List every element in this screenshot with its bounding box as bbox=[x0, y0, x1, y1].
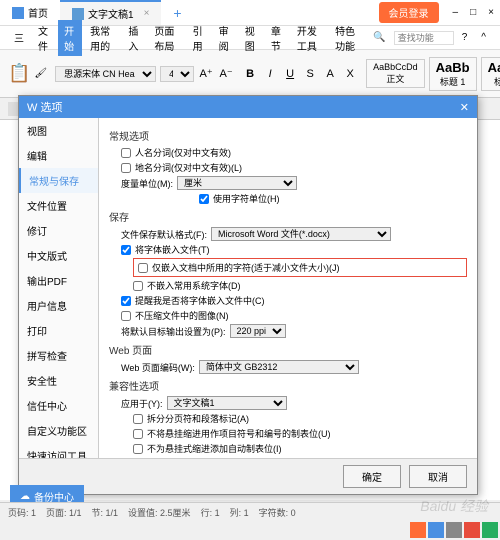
section-general: 常规选项 bbox=[109, 128, 467, 143]
nav-general-save[interactable]: 常规与保存 bbox=[19, 168, 98, 193]
window-max-icon[interactable]: □ bbox=[464, 7, 482, 18]
close-icon[interactable]: × bbox=[144, 8, 150, 19]
chk-embed-used-only[interactable] bbox=[138, 263, 148, 273]
collapse-icon[interactable]: ^ bbox=[475, 29, 492, 46]
cloud-icon: ☁ bbox=[20, 491, 30, 502]
menu-file[interactable]: 文件 bbox=[32, 20, 56, 56]
search-input[interactable] bbox=[394, 31, 454, 45]
apply-to-select[interactable]: 文字文稿1 bbox=[167, 396, 287, 410]
tray-icon-3[interactable] bbox=[446, 522, 462, 538]
chk-prompt-embed[interactable] bbox=[121, 296, 131, 306]
section-compat: 兼容性选项 bbox=[109, 378, 467, 393]
nav-output-pdf[interactable]: 输出PDF bbox=[19, 268, 98, 293]
tray-icon-4[interactable] bbox=[464, 522, 480, 538]
wps-icon bbox=[12, 7, 24, 19]
login-button[interactable]: 会员登录 bbox=[379, 2, 439, 23]
status-position: 设置值: 2.5厘米 bbox=[128, 506, 191, 519]
search-box: 🔍 ? ^ bbox=[367, 29, 492, 46]
section-web: Web 页面 bbox=[109, 342, 467, 357]
underline-button[interactable]: U bbox=[282, 66, 298, 82]
chk-name-split[interactable] bbox=[121, 148, 131, 158]
search-icon: 🔍 bbox=[367, 29, 391, 46]
chk-no-compress-img[interactable] bbox=[121, 311, 131, 321]
window-min-icon[interactable]: – bbox=[447, 7, 465, 18]
status-row: 行: 1 bbox=[201, 506, 220, 519]
menu-chapter[interactable]: 章节 bbox=[265, 20, 289, 56]
format-painter-icon[interactable]: 🖌 bbox=[34, 68, 47, 79]
font-color-button[interactable]: A bbox=[322, 66, 338, 82]
chk-char-unit[interactable] bbox=[199, 194, 209, 204]
chk-addr-split[interactable] bbox=[121, 163, 131, 173]
window-close-icon[interactable]: × bbox=[482, 7, 500, 18]
menu-bar: 三 文件 开始 我常用的 插入 页面布局 引用 审阅 视图 章节 开发工具 特色… bbox=[0, 26, 500, 50]
nav-quick-access[interactable]: 快速访问工具栏 bbox=[19, 443, 98, 458]
nav-cn-layout[interactable]: 中文版式 bbox=[19, 243, 98, 268]
status-col: 列: 1 bbox=[230, 506, 249, 519]
dialog-content: 常规选项 人名分词(仅对中文有效) 地名分词(仅对中文有效)(L) 度量单位(M… bbox=[99, 118, 477, 458]
chk-no-align-indent[interactable] bbox=[133, 429, 143, 439]
nav-print[interactable]: 打印 bbox=[19, 318, 98, 343]
nav-edit[interactable]: 编辑 bbox=[19, 143, 98, 168]
status-page-no: 页码: 1 bbox=[8, 506, 36, 519]
tray-icon-5[interactable] bbox=[482, 522, 498, 538]
style-normal[interactable]: AaBbCcDd正文 bbox=[366, 59, 425, 88]
font-name-select[interactable]: 思源宋体 CN Hea bbox=[55, 66, 156, 82]
system-tray bbox=[408, 520, 500, 540]
ribbon: 📋 🖌 思源宋体 CN Hea 48 A⁺ A⁻ B I U S A X AaB… bbox=[0, 50, 500, 98]
menu-start[interactable]: 开始 bbox=[58, 20, 82, 56]
tray-icon-1[interactable] bbox=[410, 522, 426, 538]
ok-button[interactable]: 确定 bbox=[343, 465, 401, 488]
nav-revision[interactable]: 修订 bbox=[19, 218, 98, 243]
nav-customize-ribbon[interactable]: 自定义功能区 bbox=[19, 418, 98, 443]
menu-favorites[interactable]: 我常用的 bbox=[84, 20, 120, 56]
options-dialog: W 选项 ✕ 视图 编辑 常规与保存 文件位置 修订 中文版式 输出PDF 用户… bbox=[18, 95, 478, 495]
menu-insert[interactable]: 插入 bbox=[122, 20, 146, 56]
resolution-select[interactable]: 220 ppi bbox=[230, 324, 286, 338]
font-shrink-button[interactable]: A⁻ bbox=[218, 66, 234, 82]
nav-security[interactable]: 安全性 bbox=[19, 368, 98, 393]
font-grow-button[interactable]: A⁺ bbox=[198, 66, 214, 82]
dialog-nav: 视图 编辑 常规与保存 文件位置 修订 中文版式 输出PDF 用户信息 打印 拼… bbox=[19, 118, 99, 458]
style-heading1[interactable]: AaBb标题 1 bbox=[429, 57, 477, 91]
menu-hamburger[interactable]: 三 bbox=[8, 27, 30, 48]
chk-no-common-fonts[interactable] bbox=[133, 281, 143, 291]
watermark: Baidu 经验 bbox=[420, 496, 488, 516]
style-heading2[interactable]: AaBb(标题 2 bbox=[481, 57, 500, 91]
encoding-select[interactable]: 简体中文 GB2312 bbox=[199, 360, 359, 374]
nav-file-location[interactable]: 文件位置 bbox=[19, 193, 98, 218]
nav-trust-center[interactable]: 信任中心 bbox=[19, 393, 98, 418]
menu-layout[interactable]: 页面布局 bbox=[148, 20, 184, 56]
nav-spellcheck[interactable]: 拼写检查 bbox=[19, 343, 98, 368]
nav-view[interactable]: 视图 bbox=[19, 118, 98, 143]
menu-review[interactable]: 审阅 bbox=[213, 20, 237, 56]
strike-button[interactable]: S bbox=[302, 66, 318, 82]
menu-features[interactable]: 特色功能 bbox=[329, 20, 365, 56]
help-icon[interactable]: ? bbox=[456, 29, 474, 46]
chk-split-mark[interactable] bbox=[133, 414, 143, 424]
menu-view[interactable]: 视图 bbox=[239, 20, 263, 56]
chk-no-auto-space[interactable] bbox=[133, 444, 143, 454]
unit-select[interactable]: 厘米 bbox=[177, 176, 297, 190]
dialog-close-icon[interactable]: ✕ bbox=[460, 101, 469, 114]
font-size-select[interactable]: 48 bbox=[160, 66, 194, 82]
cancel-button[interactable]: 取消 bbox=[409, 465, 467, 488]
menu-devtools[interactable]: 开发工具 bbox=[291, 20, 327, 56]
nav-user-info[interactable]: 用户信息 bbox=[19, 293, 98, 318]
save-format-select[interactable]: Microsoft Word 文件(*.docx) bbox=[211, 227, 391, 241]
paste-icon[interactable]: 📋 bbox=[8, 63, 30, 84]
status-section: 节: 1/1 bbox=[92, 506, 119, 519]
dialog-titlebar: W 选项 ✕ bbox=[19, 96, 477, 118]
tray-icon-2[interactable] bbox=[428, 522, 444, 538]
doc-icon bbox=[72, 8, 84, 20]
section-save: 保存 bbox=[109, 209, 467, 224]
chk-embed-fonts[interactable] bbox=[121, 245, 131, 255]
italic-button[interactable]: I bbox=[262, 66, 278, 82]
status-chars: 字符数: 0 bbox=[259, 506, 296, 519]
status-pages: 页面: 1/1 bbox=[46, 506, 82, 519]
highlight-button[interactable]: X bbox=[342, 66, 358, 82]
menu-references[interactable]: 引用 bbox=[187, 20, 211, 56]
bold-button[interactable]: B bbox=[242, 66, 258, 82]
